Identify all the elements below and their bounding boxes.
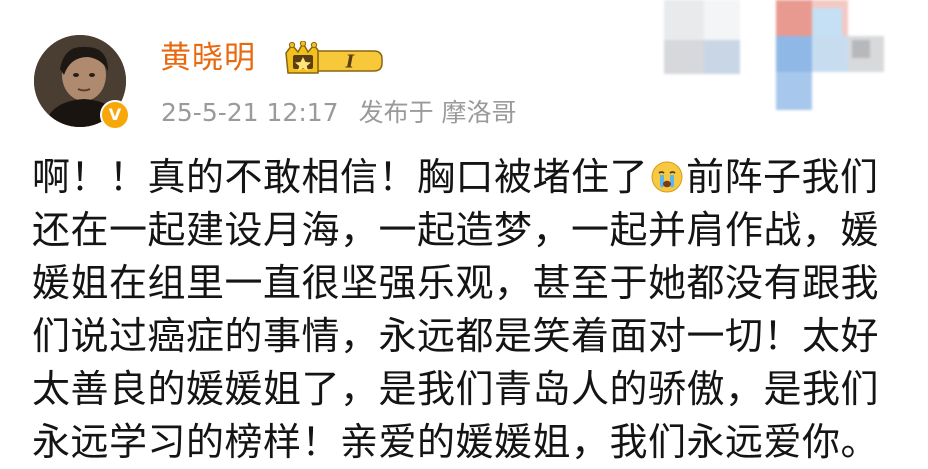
username[interactable]: 黄晓明: [160, 38, 256, 78]
thumbnail-tile: [776, 0, 812, 36]
post-line: 永远学习的榜样！亲爱的媛媛姐，我们永远爱你。: [32, 420, 880, 464]
thumbnail-tile: [664, 40, 704, 74]
post-line: 啊！！真的不敢相信！胸口被堵住了 前阵子我们: [32, 151, 912, 204]
post-timestamp: 25-5-21 12:17: [161, 98, 339, 127]
vip-level-text: I: [345, 52, 355, 73]
vip-crown-badge-icon: I: [285, 41, 383, 74]
thumbnail-tile: [704, 40, 740, 74]
post-meta: 25-5-21 12:17 发布于 摩洛哥: [161, 96, 517, 130]
crying-face-emoji-icon: [651, 161, 683, 193]
post-line: 们说过癌症的事情，永远都是笑着面对一切！太好: [32, 314, 880, 358]
thumbnail-tile: [812, 36, 848, 72]
thumbnail-tile: [664, 0, 704, 40]
verified-badge-icon: V: [100, 100, 130, 130]
post-line-text: 啊！！真的不敢相信！胸口被堵住了: [32, 155, 649, 199]
image-thumbnails[interactable]: [664, 0, 928, 120]
post-location: 发布于 摩洛哥: [358, 98, 517, 127]
post-body: 啊！！真的不敢相信！胸口被堵住了 前阵子我们 还在一起建设月海，一起造梦，一起并…: [32, 151, 912, 469]
post-line: 还在一起建设月海，一起造梦，一起并肩作战，媛: [32, 208, 880, 252]
thumbnail-tile: [852, 40, 870, 58]
post-line: 媛姐在组里一直很坚强乐观，甚至于她都没有跟我: [32, 261, 880, 305]
thumbnail-tile: [812, 8, 842, 36]
thumbnail-tile: [704, 0, 740, 40]
post-line: 太善良的媛媛姐了，是我们青岛人的骄傲，是我们: [32, 367, 880, 411]
post-line-text: 前阵子我们: [686, 155, 879, 199]
thumbnail-tile: [776, 36, 812, 72]
thumbnail-tile: [776, 72, 812, 110]
